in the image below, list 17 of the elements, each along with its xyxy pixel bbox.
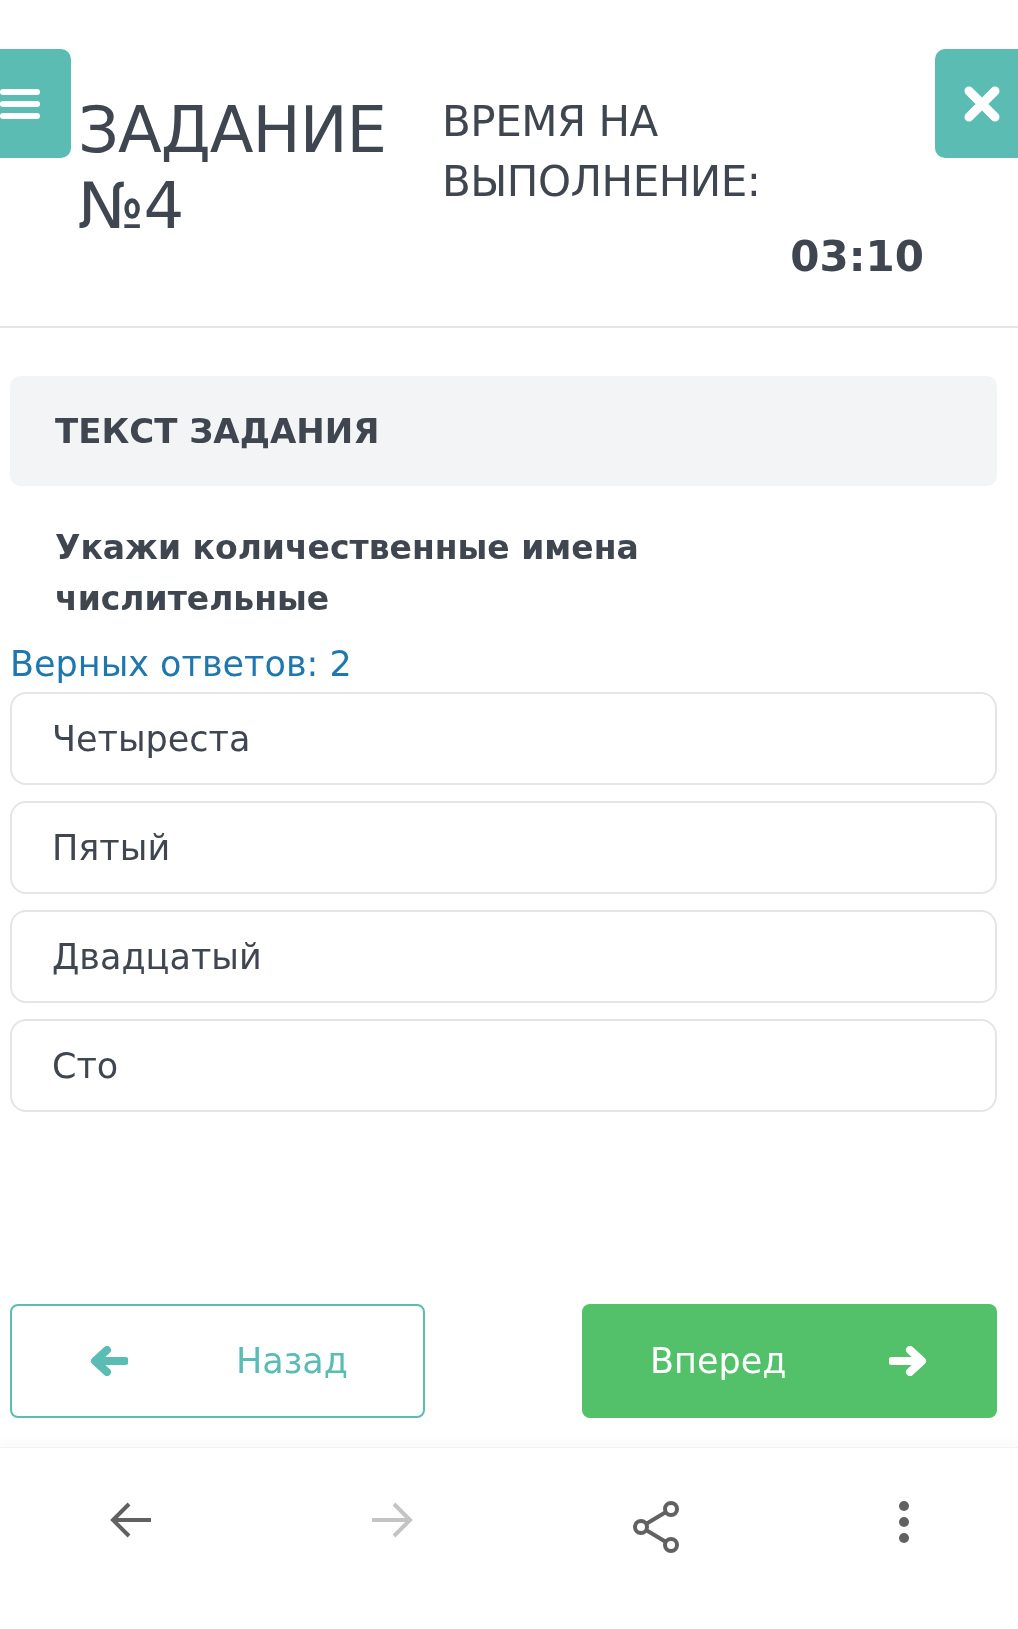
question-text: Укажи количественные имена числительные bbox=[55, 527, 640, 620]
back-arrow-icon[interactable] bbox=[108, 1500, 153, 1540]
answer-option[interactable]: Сто bbox=[10, 1019, 997, 1112]
section-title: ТЕКСТ ЗАДАНИЯ bbox=[55, 411, 380, 451]
answer-option[interactable]: Пятый bbox=[10, 801, 997, 894]
answer-option[interactable]: Четыреста bbox=[10, 692, 997, 785]
correct-count: Верных ответов: 2 bbox=[10, 643, 353, 686]
time-label: ВРЕМЯ НА ВЫПОЛНЕНИЕ: bbox=[442, 96, 762, 208]
menu-icon bbox=[0, 86, 40, 121]
more-icon[interactable] bbox=[897, 1500, 910, 1544]
close-icon bbox=[962, 84, 1001, 123]
share-icon[interactable] bbox=[630, 1500, 681, 1554]
answer-option[interactable]: Двадцатый bbox=[10, 910, 997, 1003]
arrow-left-icon bbox=[90, 1346, 128, 1376]
arrow-right-icon bbox=[889, 1346, 927, 1376]
task-title: ЗАДАНИЕ №4 bbox=[78, 92, 388, 245]
timer: 03:10 bbox=[789, 232, 924, 281]
